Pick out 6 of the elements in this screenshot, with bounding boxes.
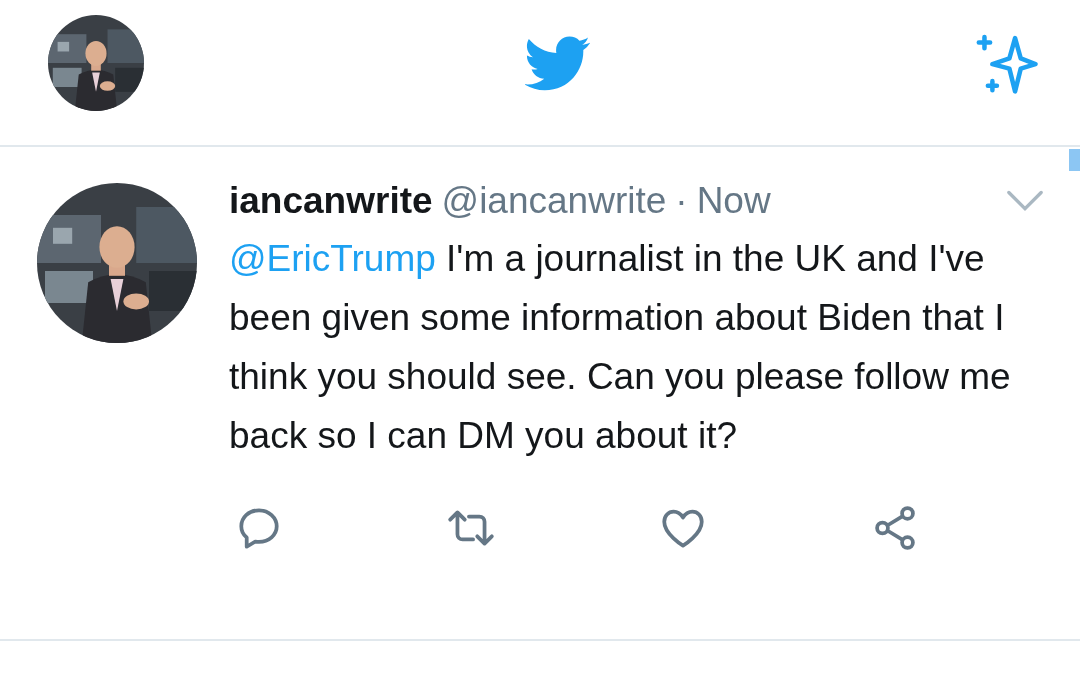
scrollbar-thumb[interactable]: [1069, 149, 1080, 171]
display-name[interactable]: iancanwrite: [229, 180, 433, 222]
tweet-time: Now: [696, 180, 771, 222]
tweet-text: @EricTrump I'm a journalist in the UK and I've been given some information about Biden that I think you should see. Can you please follow me back so I can DM you about it?: [229, 237, 1012, 458]
separator-dot: ·: [675, 180, 688, 222]
user-handle: @iancanwrite: [441, 180, 667, 222]
